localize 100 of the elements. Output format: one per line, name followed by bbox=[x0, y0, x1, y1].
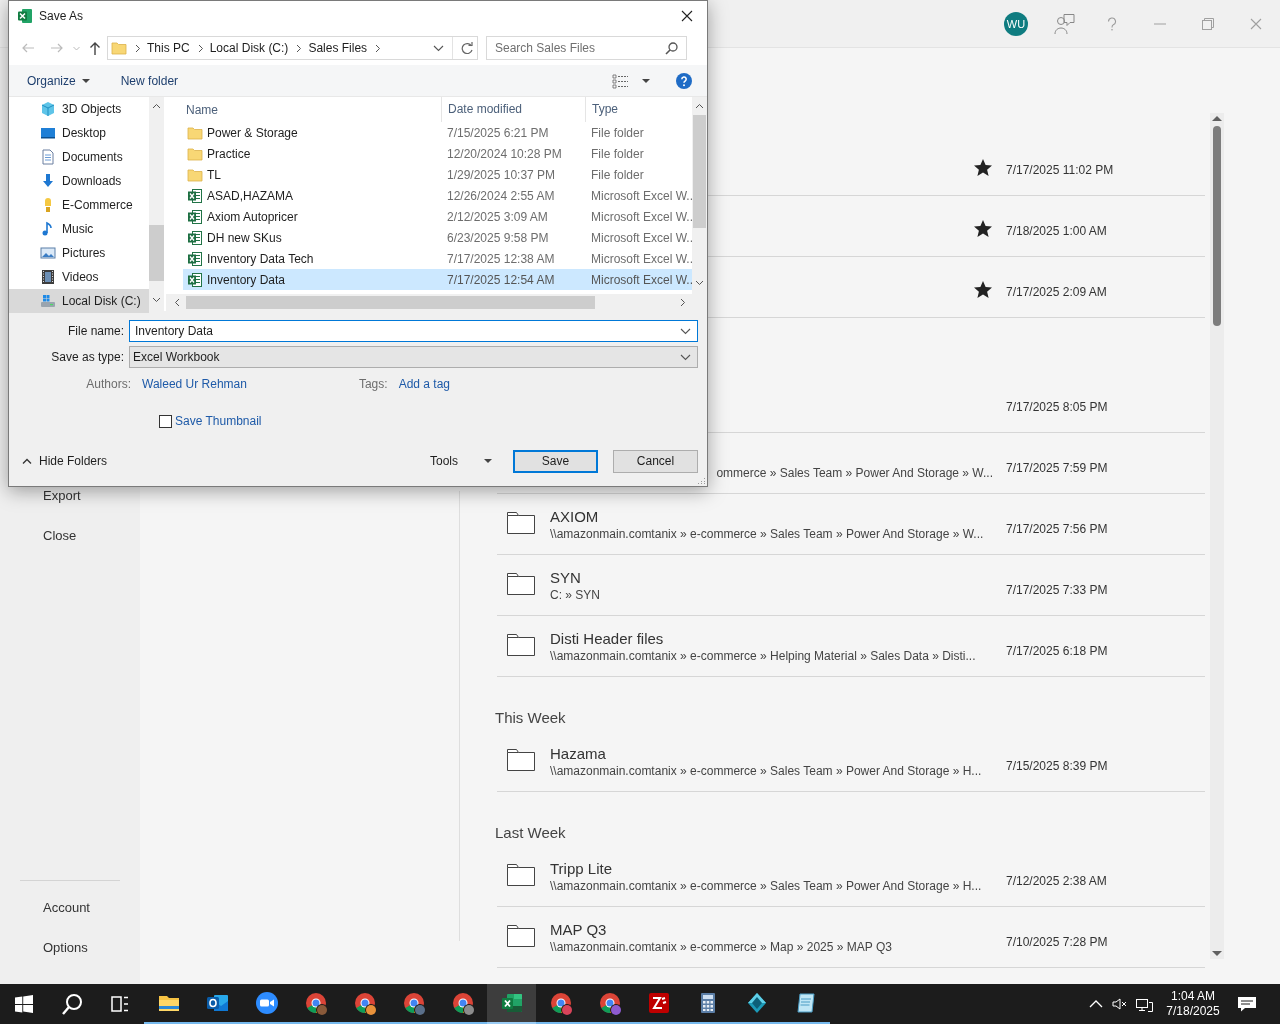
taskbar-app[interactable] bbox=[487, 984, 536, 1024]
address-bar[interactable]: This PC Local Disk (C:) Sales Files bbox=[107, 36, 478, 60]
hide-folders-button[interactable]: Hide Folders bbox=[22, 454, 108, 468]
file-row[interactable]: DH new SKus 6/23/2025 9:58 PM Microsoft Excel W.. bbox=[183, 227, 692, 248]
dialog-button[interactable]: Cancel bbox=[613, 449, 698, 473]
chevron-icon bbox=[295, 43, 302, 53]
search-input[interactable]: Search Sales Files bbox=[487, 40, 665, 56]
item-path: \\amazonmain.comtanix » e-commerce » Sales Team » Power And Storage » W... bbox=[550, 525, 985, 542]
scrollbar[interactable] bbox=[692, 97, 707, 311]
item-date: 7/17/2025 7:33 PM bbox=[1006, 583, 1108, 597]
new-folder-button[interactable]: New folder bbox=[120, 73, 179, 88]
file-row[interactable]: Power & Storage 7/15/2025 6:21 PM File folder bbox=[183, 122, 692, 143]
scrollbar[interactable] bbox=[149, 97, 164, 311]
folder-tree-item[interactable]: Music bbox=[9, 217, 149, 241]
spreadsheet-icon bbox=[499, 991, 524, 1015]
account-avatar[interactable]: WU bbox=[1004, 11, 1028, 36]
item-name[interactable]: AXIOM bbox=[550, 506, 993, 526]
item-date: 7/12/2025 2:38 AM bbox=[1006, 874, 1107, 888]
item-name[interactable]: MAP Q3 bbox=[550, 919, 993, 939]
file-date: 12/26/2024 2:55 AM bbox=[447, 188, 556, 203]
add-tag-link[interactable]: Add a tag bbox=[398, 377, 450, 391]
chevron-icon bbox=[680, 353, 691, 361]
pin-star-icon[interactable] bbox=[974, 219, 992, 237]
notification-icon[interactable] bbox=[1237, 995, 1257, 1013]
view-options-icon[interactable] bbox=[612, 72, 629, 89]
spreadsheet-icon bbox=[187, 229, 203, 246]
folder-tree-item[interactable]: E-Commerce bbox=[9, 193, 149, 217]
file-row[interactable]: Inventory Data 7/17/2025 12:54 AM Microsoft Excel W.. bbox=[183, 269, 692, 290]
search-field[interactable]: Search Sales Files bbox=[486, 36, 687, 60]
scrollbar[interactable] bbox=[1210, 113, 1224, 959]
pin-star-icon[interactable] bbox=[974, 158, 992, 176]
network-icon[interactable] bbox=[1135, 996, 1153, 1012]
breadcrumb[interactable]: This PC bbox=[147, 41, 190, 55]
start-icon[interactable] bbox=[15, 995, 33, 1013]
up-arrow-icon[interactable] bbox=[89, 41, 101, 55]
folder-icon bbox=[507, 925, 535, 947]
picture-icon bbox=[40, 245, 56, 261]
help-icon[interactable] bbox=[676, 72, 692, 89]
item-date: 7/15/2025 8:39 PM bbox=[1006, 759, 1108, 773]
cube-icon bbox=[40, 101, 56, 117]
item-name[interactable]: SYN bbox=[550, 567, 993, 587]
author-link[interactable]: Waleed Ur Rehman bbox=[142, 377, 247, 391]
column-header[interactable]: Date modified bbox=[441, 97, 585, 122]
folder-icon bbox=[507, 573, 535, 595]
file-date: 6/23/2025 9:58 PM bbox=[447, 230, 550, 245]
column-header[interactable]: Name bbox=[183, 102, 441, 117]
checkbox-label[interactable]: Save Thumbnail bbox=[175, 414, 262, 428]
folder-tree-item[interactable]: 3D Objects bbox=[9, 97, 149, 121]
item-name[interactable]: Disti Header files bbox=[550, 628, 993, 648]
chevron-icon bbox=[196, 43, 203, 53]
field-label: Save as type: bbox=[50, 350, 125, 364]
organize-button[interactable]: Organize bbox=[27, 73, 90, 88]
refresh-icon[interactable] bbox=[461, 42, 473, 54]
item-path: \\amazonmain.comtanix » e-commerce » Map » 2025 » MAP Q3 bbox=[550, 938, 893, 955]
file-row[interactable]: Inventory Data Tech 7/17/2025 12:38 AM Microsoft Excel W.. bbox=[183, 248, 692, 269]
breadcrumb[interactable]: Local Disk (C:) bbox=[209, 41, 289, 55]
pin-star-icon[interactable] bbox=[974, 280, 992, 298]
file-row[interactable]: Practice 12/20/2024 10:28 PM File folder bbox=[183, 143, 692, 164]
folder-tree-item[interactable]: Pictures bbox=[9, 241, 149, 265]
spreadsheet-icon bbox=[187, 187, 203, 204]
file-name-field[interactable]: Inventory Data bbox=[129, 320, 698, 342]
window-title: Save As bbox=[39, 9, 84, 23]
task-view-icon[interactable] bbox=[111, 995, 129, 1013]
caret-icon[interactable] bbox=[642, 78, 650, 83]
item-name[interactable]: Tripp Lite bbox=[550, 858, 993, 878]
speaker-muted-icon[interactable] bbox=[1112, 997, 1128, 1011]
folder-tree-item[interactable]: Desktop bbox=[9, 121, 149, 145]
file-row[interactable]: TL 1/29/2025 10:37 PM File folder bbox=[183, 164, 692, 185]
menu-item[interactable]: Close bbox=[0, 516, 77, 556]
dialog-button[interactable]: Save bbox=[513, 449, 598, 473]
folder-tree-item[interactable]: Documents bbox=[9, 145, 149, 169]
menu-item[interactable]: Options bbox=[0, 928, 88, 968]
folder-tree-item[interactable]: Local Disk (C:) bbox=[9, 289, 149, 313]
scrollbar[interactable] bbox=[166, 294, 693, 311]
spreadsheet-icon bbox=[187, 208, 203, 225]
search-icon[interactable] bbox=[61, 993, 83, 1015]
tools-button[interactable]: Tools bbox=[430, 454, 492, 468]
breadcrumb[interactable]: Sales Files bbox=[308, 41, 368, 55]
file-type-dropdown[interactable]: Excel Workbook bbox=[129, 346, 698, 368]
item-name[interactable]: Hazama bbox=[550, 743, 993, 763]
item-path: \\amazonmain.comtanix » e-commerce » Helping Material » Sales Data » Disti... bbox=[550, 647, 977, 664]
person-comment-icon[interactable] bbox=[1053, 12, 1075, 35]
close-icon[interactable] bbox=[681, 10, 693, 22]
folder-tree-item[interactable]: Downloads bbox=[9, 169, 149, 193]
file-row[interactable]: Axiom Autopricer 2/12/2025 3:09 AM Microsoft Excel W.. bbox=[183, 206, 692, 227]
file-date: 7/15/2025 6:21 PM bbox=[447, 125, 550, 140]
clock[interactable]: 1:04 AM 7/18/2025 bbox=[1162, 989, 1224, 1019]
item-date: 7/17/2025 6:18 PM bbox=[1006, 644, 1108, 658]
checkbox[interactable] bbox=[159, 414, 172, 428]
chevron-icon bbox=[680, 327, 691, 335]
item-path: ommerce » Sales Team » Power And Storage » W... bbox=[716, 464, 993, 481]
file-row[interactable]: ASAD,HAZAMA 12/26/2024 2:55 AM Microsoft Excel W.. bbox=[183, 185, 692, 206]
file-type: Microsoft Excel W.. bbox=[591, 188, 694, 203]
menu-item[interactable]: Account bbox=[0, 888, 90, 928]
resize-grip-icon[interactable] bbox=[697, 476, 705, 484]
file-type: Microsoft Excel W.. bbox=[591, 230, 694, 245]
file-date: 1/29/2025 10:37 PM bbox=[447, 167, 557, 182]
folder-icon bbox=[187, 166, 203, 183]
folder-tree-item[interactable]: Videos bbox=[9, 265, 149, 289]
file-date: 2/12/2025 3:09 AM bbox=[447, 209, 549, 224]
